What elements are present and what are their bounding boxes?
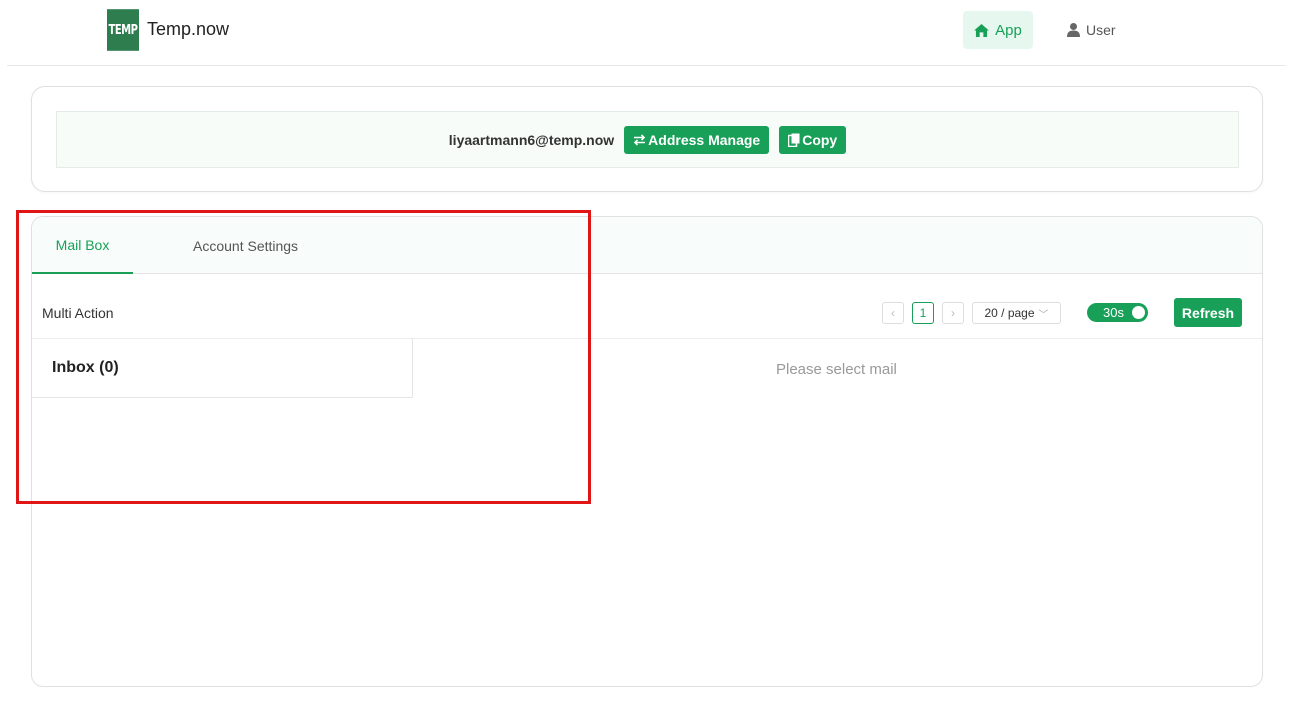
page-size-value: 20 / page [984,306,1035,320]
top-header: TEMP Temp.now App User [7,0,1286,66]
email-address: liyaartmann6@temp.now [448,131,615,148]
chevron-down-icon: ﹀ [1038,309,1049,321]
copy-label: Copy [802,131,838,148]
logo[interactable]: TEMP [107,9,139,51]
mailbox-card: Mail Box Account Settings Multi Action ‹… [31,216,1263,687]
address-manage-button[interactable]: Address Manage [624,125,770,154]
tab-mail-box[interactable]: Mail Box [32,217,133,274]
copy-button[interactable]: Copy [779,125,847,154]
address-card: liyaartmann6@temp.now Address Manage Cop… [31,86,1263,192]
nav-app-button[interactable]: App [963,11,1033,49]
inbox-label: Inbox (0) [52,358,119,376]
tabs-bar: Mail Box Account Settings [32,217,1262,274]
auto-refresh-toggle[interactable]: 30s [1087,303,1148,322]
empty-mail-placeholder: Please select mail [776,361,897,378]
chevron-right-icon: › [951,306,955,320]
address-bar: liyaartmann6@temp.now Address Manage Cop… [56,111,1239,168]
nav-user-button[interactable]: User [1067,11,1116,49]
nav-user-label: User [1086,22,1116,38]
refresh-button[interactable]: Refresh [1174,298,1242,327]
toggle-knob [1132,306,1145,319]
tab-account-settings[interactable]: Account Settings [193,217,298,274]
pagination-current-page[interactable]: 1 [912,302,934,324]
user-icon [1067,23,1080,37]
address-manage-label: Address Manage [648,131,761,148]
copy-icon [788,133,800,147]
nav-app-label: App [995,21,1022,39]
swap-icon [633,133,646,146]
chevron-left-icon: ‹ [891,306,895,320]
auto-refresh-label: 30s [1103,305,1124,320]
site-title[interactable]: Temp.now [147,19,229,40]
pagination-prev-button[interactable]: ‹ [882,302,904,324]
pagination-next-button[interactable]: › [942,302,964,324]
page-size-select[interactable]: 20 / page ﹀ [972,302,1061,324]
home-icon [974,23,990,37]
multi-action-button[interactable]: Multi Action [42,305,114,321]
inbox-item[interactable]: Inbox (0) [32,338,413,398]
